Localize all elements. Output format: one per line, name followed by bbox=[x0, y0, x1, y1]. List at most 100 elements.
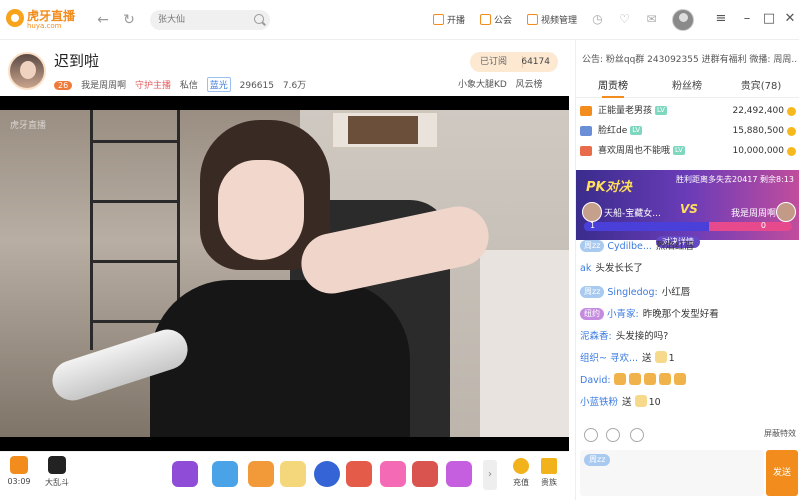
pk-left-avatar bbox=[582, 202, 602, 222]
minimize-icon[interactable]: – bbox=[738, 10, 756, 28]
send-button[interactable]: 发送 bbox=[766, 450, 798, 496]
private-message-button[interactable]: 私信 bbox=[180, 78, 198, 91]
video-manage-label: 视频管理 bbox=[541, 16, 578, 26]
gift-item[interactable] bbox=[314, 461, 340, 487]
gift-item[interactable] bbox=[280, 461, 306, 487]
fan-emoji-icon[interactable] bbox=[606, 428, 620, 442]
heart-icon[interactable]: ♡ bbox=[617, 12, 632, 27]
menu-icon[interactable]: ≡ bbox=[712, 10, 730, 28]
input-toolbar: 屏蔽特效 bbox=[576, 426, 799, 444]
gift-count: 10 bbox=[648, 397, 661, 408]
user-avatar[interactable] bbox=[672, 9, 694, 31]
chat-user[interactable]: David: bbox=[580, 375, 611, 386]
color-chat-icon[interactable] bbox=[630, 428, 644, 442]
rank-name-wrap: 脸红de LV bbox=[598, 122, 643, 140]
top-bar: 虎牙直播 huya.com ← ↻ 开播 公会 视频管理 ◷ ♡ ✉ ≡ – □… bbox=[0, 0, 799, 40]
coin-icon bbox=[787, 107, 796, 116]
pk-info: 胜利距离多失去20417 剩余8:13 bbox=[676, 175, 794, 184]
rank-name: 喜欢周周也不能哦 bbox=[598, 146, 671, 156]
chat-text: 烈焰红唇 bbox=[655, 241, 694, 252]
rank-tag: LV bbox=[630, 126, 643, 135]
history-icon[interactable]: ◷ bbox=[590, 12, 605, 27]
emoji-icon[interactable] bbox=[584, 428, 598, 442]
chat-message: 泥森香: 头发接的吗? bbox=[580, 328, 796, 346]
tab-weekly[interactable]: 周贡榜 bbox=[576, 76, 650, 98]
pk-left-score: 1 bbox=[590, 221, 596, 230]
rank-name-wrap: 正能量老男孩 LV bbox=[598, 102, 667, 120]
message-icon[interactable]: ✉ bbox=[644, 12, 659, 27]
video-player[interactable]: 虎牙直播 bbox=[0, 96, 569, 451]
chat-user[interactable]: 泥森香: bbox=[580, 331, 612, 342]
rank-link-2[interactable]: 风云榜 bbox=[515, 80, 542, 90]
maximize-icon[interactable]: □ bbox=[760, 10, 778, 28]
room-ranks: 小象大腿KD 风云榜 bbox=[458, 77, 542, 90]
fan-badge: 周zz bbox=[580, 240, 605, 252]
chat-input[interactable] bbox=[584, 470, 760, 492]
melee-button[interactable]: 大乱斗 bbox=[40, 456, 74, 488]
emoji-icon bbox=[658, 373, 671, 385]
chat-text: 头发接的吗? bbox=[615, 331, 669, 342]
gift-count: 1 bbox=[668, 353, 675, 364]
guard-link[interactable]: 守护主播 bbox=[135, 78, 171, 91]
emoji-icon bbox=[628, 373, 641, 385]
chat-user[interactable]: ak bbox=[580, 263, 591, 274]
fan-badge-select[interactable]: 周zz bbox=[584, 454, 611, 466]
video-manage-button[interactable]: 视频管理 bbox=[527, 13, 577, 27]
rank-row[interactable]: 正能量老男孩 LV 22,492,400 bbox=[580, 102, 798, 120]
search-box bbox=[150, 10, 270, 30]
rank-name: 脸红de bbox=[598, 126, 628, 136]
chat-user[interactable]: Cydilbe... bbox=[607, 241, 652, 252]
noble-button[interactable]: 贵族 bbox=[536, 458, 562, 488]
chevron-right-icon[interactable]: › bbox=[483, 460, 497, 490]
pk-vs: VS bbox=[680, 202, 698, 216]
chat-user[interactable]: 小青家: bbox=[607, 309, 639, 320]
gift-item[interactable] bbox=[446, 461, 472, 487]
gift-item[interactable] bbox=[248, 461, 274, 487]
tab-fans[interactable]: 粉丝榜 bbox=[650, 76, 724, 98]
streamer-name[interactable]: 我是周周啊 bbox=[81, 78, 126, 91]
rank-value: 10,000,000 bbox=[732, 146, 784, 156]
chat-user[interactable]: Singledog: bbox=[607, 287, 657, 298]
huya-logo[interactable]: 虎牙直播 huya.com bbox=[6, 7, 76, 33]
chat-message: 组织~ 寻欢... 送 1 bbox=[580, 350, 796, 368]
subscribe-label: 已订阅 bbox=[480, 57, 508, 67]
chat-user[interactable]: 小蓝铁粉 bbox=[580, 397, 618, 408]
chat-message: 小蓝铁粉送 10 bbox=[580, 394, 796, 412]
rank-link-1[interactable]: 小象大腿KD bbox=[458, 80, 507, 90]
timer-button[interactable]: 03:09 bbox=[2, 456, 36, 486]
rank-value: 15,880,500 bbox=[732, 126, 784, 136]
gift-item[interactable] bbox=[172, 461, 198, 487]
go-live-button[interactable]: 开播 bbox=[433, 13, 465, 27]
gift-item[interactable] bbox=[346, 461, 372, 487]
back-arrow-icon[interactable]: ← bbox=[94, 11, 112, 29]
close-icon[interactable]: ✕ bbox=[781, 10, 799, 28]
guild-button[interactable]: 公会 bbox=[480, 13, 512, 27]
rank-row[interactable]: 喜欢周周也不能哦 LV 10,000,000 bbox=[580, 142, 798, 160]
level-badge: 26 bbox=[54, 81, 73, 90]
recharge-label: 充值 bbox=[513, 478, 529, 487]
quality-select[interactable]: 蓝光 bbox=[206, 77, 231, 92]
emoji-icon bbox=[643, 373, 656, 385]
rank-name-wrap: 喜欢周周也不能哦 LV bbox=[598, 142, 685, 160]
block-effects-toggle[interactable]: 屏蔽特效 bbox=[764, 428, 796, 439]
streamer-avatar[interactable] bbox=[8, 52, 46, 90]
emoji-icon bbox=[613, 373, 626, 385]
coin-icon bbox=[787, 127, 796, 136]
subscribe-button[interactable]: 已订阅 64174 bbox=[470, 52, 558, 72]
chat-text: 送 bbox=[622, 397, 632, 408]
gift-item[interactable] bbox=[212, 461, 238, 487]
pk-progress-fill bbox=[708, 222, 792, 231]
room-meta: 26 我是周周啊 守护主播 私信 蓝光 296615 7.6万 bbox=[54, 77, 312, 92]
rank-row[interactable]: 脸红de LV 15,880,500 bbox=[580, 122, 798, 140]
refresh-icon[interactable]: ↻ bbox=[120, 11, 138, 29]
gift-item[interactable] bbox=[380, 461, 406, 487]
recharge-button[interactable]: 充值 bbox=[508, 458, 534, 488]
video-watermark: 虎牙直播 bbox=[10, 121, 47, 131]
chat-user[interactable]: 组织~ 寻欢... bbox=[580, 353, 638, 364]
search-input[interactable] bbox=[158, 13, 248, 27]
chat-text: 小红唇 bbox=[661, 287, 691, 298]
gift-item[interactable] bbox=[412, 461, 438, 487]
pk-banner[interactable]: PK对决 胜利距离多失去20417 剩余8:13 天船-宝藏女... VS 我是… bbox=[576, 170, 799, 240]
search-icon[interactable] bbox=[254, 14, 264, 24]
tab-vip[interactable]: 贵宾(78) bbox=[724, 76, 798, 98]
